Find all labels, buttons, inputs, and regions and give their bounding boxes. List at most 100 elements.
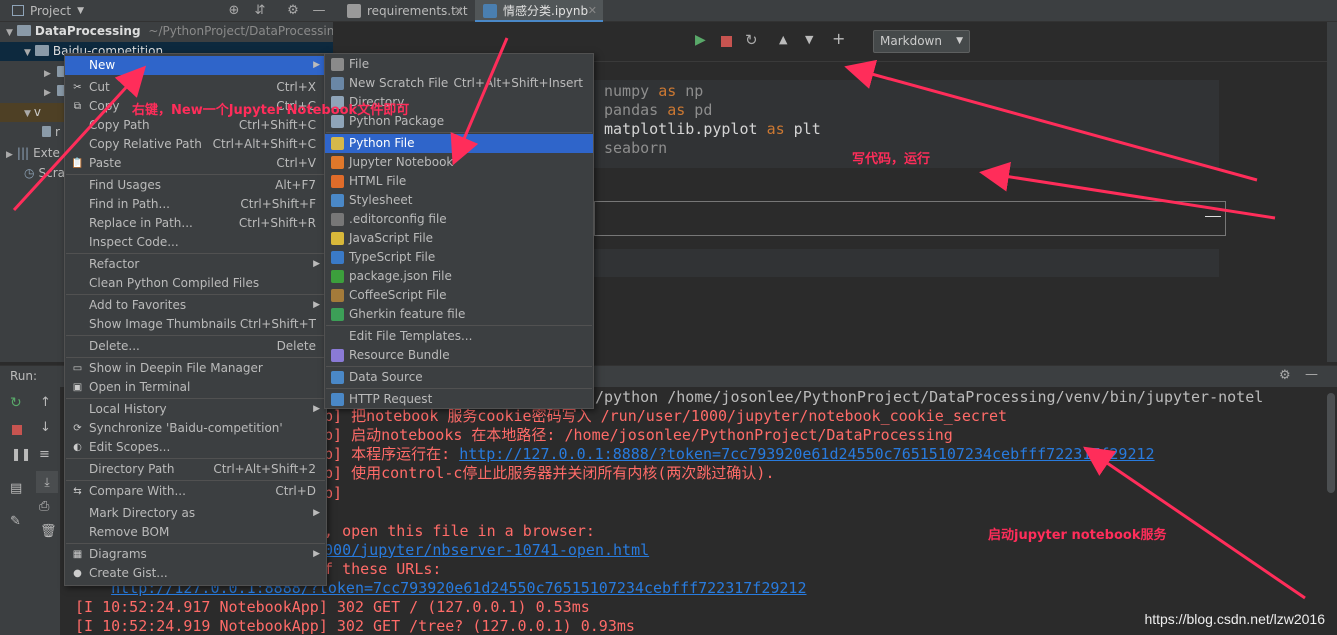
code-cell-empty[interactable] xyxy=(594,249,1219,277)
rerun-icon[interactable]: ↻ xyxy=(10,395,22,411)
layout-icon[interactable]: ▤ xyxy=(10,481,22,496)
new-submenu-item[interactable]: JavaScript File xyxy=(325,229,593,248)
context-menu-item[interactable]: ⟳ Synchronize 'Baidu-competition' xyxy=(65,419,326,438)
gear-icon[interactable]: ⚙ xyxy=(1279,368,1291,383)
context-menu-item[interactable]: ● Create Gist... xyxy=(65,564,326,583)
console-scrollbar[interactable] xyxy=(1325,387,1337,635)
submenu-arrow-icon: ▶ xyxy=(313,259,320,269)
new-submenu-item[interactable]: package.json File xyxy=(325,267,593,286)
context-menu-item[interactable]: Find Usages Alt+F7 xyxy=(65,176,326,195)
scroll-up-icon[interactable]: ↑ xyxy=(40,395,51,410)
menu-item-label: CoffeeScript File xyxy=(349,288,447,302)
console-link[interactable]: http://127.0.0.1:8888/?token=7cc793920e6… xyxy=(459,445,1154,463)
tree-root[interactable]: ▼ DataProcessing ~/PythonProject/DataProc… xyxy=(6,22,342,41)
minimize-icon[interactable]: — xyxy=(311,3,327,19)
menu-separator xyxy=(66,480,325,481)
new-submenu-item[interactable]: Python File xyxy=(325,134,593,153)
run-panel-title[interactable]: Run: xyxy=(10,369,37,383)
menu-item-label: Edit Scopes... xyxy=(89,440,171,454)
restart-icon[interactable]: ↻ xyxy=(745,31,758,49)
run-cell-icon[interactable]: ▶ xyxy=(695,32,706,48)
tree-root-label: DataProcessing xyxy=(34,24,141,38)
new-submenu-item[interactable]: .editorconfig file xyxy=(325,210,593,229)
new-submenu-item[interactable]: CoffeeScript File xyxy=(325,286,593,305)
new-submenu-item[interactable]: Resource Bundle xyxy=(325,346,593,365)
menu-item-label: Compare With... xyxy=(89,484,186,498)
stop-icon[interactable] xyxy=(12,425,22,435)
tab-notebook[interactable]: 情感分类.ipynb ✕ xyxy=(475,0,603,22)
new-submenu-item[interactable]: HTML File xyxy=(325,172,593,191)
cell-type-select[interactable]: Markdown ▼ xyxy=(873,30,970,53)
menu-item-label: Python File xyxy=(349,136,415,150)
context-menu-item[interactable]: ▣ Open in Terminal xyxy=(65,378,326,397)
tree-item-label: r xyxy=(55,125,60,139)
file-icon xyxy=(42,126,51,137)
new-submenu-item[interactable]: Data Source xyxy=(325,368,593,387)
context-menu-item[interactable]: Local History ▶ xyxy=(65,400,326,419)
context-menu-item[interactable]: Delete... Delete xyxy=(65,337,326,356)
new-submenu-item[interactable]: New Scratch File Ctrl+Alt+Shift+Insert xyxy=(325,74,593,93)
context-menu-item[interactable]: Refactor ▶ xyxy=(65,255,326,274)
context-menu-item[interactable]: ▦ Diagrams ▶ xyxy=(65,545,326,564)
context-menu-item[interactable]: Copy Path Ctrl+Shift+C xyxy=(65,116,326,135)
context-menu-item[interactable]: ✂ Cut Ctrl+X xyxy=(65,78,326,97)
tree-item[interactable]: r xyxy=(42,123,60,142)
new-submenu-item[interactable]: Stylesheet xyxy=(325,191,593,210)
console-link[interactable]: 1000/jupyter/nbserver-10741-open.html xyxy=(315,541,649,559)
tree-item-venv[interactable]: ▼ v xyxy=(0,103,66,122)
context-menu-item[interactable]: Directory Path Ctrl+Alt+Shift+2 xyxy=(65,460,326,479)
tree-item-external[interactable]: ▶ ||| Exte xyxy=(6,144,60,163)
context-menu-item[interactable]: Inspect Code... xyxy=(65,233,326,252)
new-submenu-item[interactable]: Edit File Templates... xyxy=(325,327,593,346)
new-submenu-item[interactable]: Jupyter Notebook xyxy=(325,153,593,172)
context-menu-item[interactable]: Copy Relative Path Ctrl+Alt+Shift+C xyxy=(65,135,326,154)
pause-icon[interactable]: ❚❚ xyxy=(11,447,31,461)
context-menu-item[interactable]: Replace in Path... Ctrl+Shift+R xyxy=(65,214,326,233)
context-menu-item[interactable]: 📋 Paste Ctrl+V xyxy=(65,154,326,173)
menu-item-label: Stylesheet xyxy=(349,193,413,207)
context-menu-item[interactable]: Find in Path... Ctrl+Shift+F xyxy=(65,195,326,214)
context-menu-item[interactable]: Remove BOM xyxy=(65,523,326,542)
locate-icon[interactable]: ⊕ xyxy=(226,3,242,19)
context-menu-item[interactable]: New ▶ xyxy=(65,56,326,75)
new-submenu-item[interactable]: HTTP Request xyxy=(325,390,593,409)
close-icon[interactable]: ✕ xyxy=(588,0,597,22)
context-menu-item[interactable]: Mark Directory as ▶ xyxy=(65,504,326,523)
menu-item-label: Clean Python Compiled Files xyxy=(89,276,260,290)
new-submenu-item[interactable]: TypeScript File xyxy=(325,248,593,267)
menu-item-label: New xyxy=(89,58,116,72)
minimize-icon[interactable]: — xyxy=(1305,367,1318,382)
context-menu-item[interactable]: Clean Python Compiled Files xyxy=(65,274,326,293)
context-menu-item[interactable]: Add to Favorites ▶ xyxy=(65,296,326,315)
soft-wrap-icon[interactable]: ≡ xyxy=(39,447,50,462)
console-line: pp] 把notebook 服务cookie密码写入 /run/user/100… xyxy=(315,407,1008,426)
trash-icon[interactable]: 🗑 xyxy=(40,524,57,539)
project-view-icon[interactable] xyxy=(12,5,24,16)
file-type-icon xyxy=(331,251,344,264)
code-cell-empty[interactable] xyxy=(594,201,1226,236)
context-menu-item[interactable]: ◐ Edit Scopes... xyxy=(65,438,326,457)
chevron-down-icon[interactable]: ▼ xyxy=(77,6,84,16)
context-menu-item[interactable]: ▭ Show in Deepin File Manager xyxy=(65,359,326,378)
tab-label: 情感分类.ipynb xyxy=(503,4,589,18)
new-submenu-item[interactable]: File xyxy=(325,55,593,74)
pin-icon[interactable]: ✎ xyxy=(10,514,21,529)
tab-requirements[interactable]: requirements.txt ✕ xyxy=(339,0,469,22)
scroll-down-icon[interactable]: ↓ xyxy=(40,420,51,435)
stop-icon[interactable] xyxy=(721,36,732,47)
context-menu-item[interactable]: Show Image Thumbnails Ctrl+Shift+T xyxy=(65,315,326,334)
project-panel-title[interactable]: Project xyxy=(30,4,71,18)
close-icon[interactable]: ✕ xyxy=(454,0,463,22)
move-down-icon[interactable]: ▼ xyxy=(805,33,813,46)
menu-item-icon: ● xyxy=(73,568,82,579)
scroll-to-end-icon[interactable]: ⤓ xyxy=(36,471,58,493)
print-icon[interactable]: ⎙ xyxy=(39,499,49,514)
new-submenu-item[interactable]: Gherkin feature file xyxy=(325,305,593,324)
collapse-icon[interactable]: ⇵ xyxy=(252,3,268,19)
tree-item-scratches[interactable]: ◷ Scra xyxy=(24,164,65,183)
context-menu-item[interactable]: ⇆ Compare With... Ctrl+D xyxy=(65,482,326,501)
add-cell-icon[interactable]: + xyxy=(832,29,845,48)
folder-icon xyxy=(16,25,31,36)
gear-icon[interactable]: ⚙ xyxy=(285,3,301,19)
move-up-icon[interactable]: ▲ xyxy=(779,33,787,46)
